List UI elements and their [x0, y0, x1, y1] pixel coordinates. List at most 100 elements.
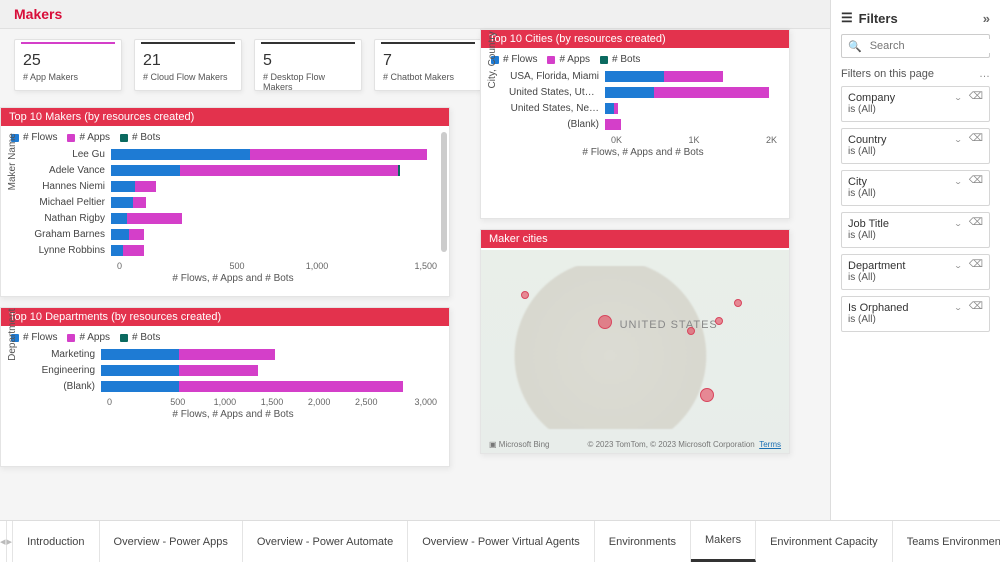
panel-top-cities[interactable]: Top 10 Cities (by resources created) # F…: [480, 29, 790, 219]
map-country-label: UNITED STATES: [620, 319, 718, 331]
page-tab[interactable]: Environments: [595, 521, 691, 562]
clear-filter-icon[interactable]: ⌫: [969, 301, 983, 314]
chevron-down-icon[interactable]: ⌄: [954, 177, 963, 186]
clear-filter-icon[interactable]: ⌫: [969, 259, 983, 272]
bar-row[interactable]: Lynne Robbins: [29, 243, 437, 257]
filter-name: Country: [848, 134, 887, 146]
bar-segment: [127, 213, 182, 224]
kpi-card[interactable]: 7 # Chatbot Makers: [374, 39, 482, 91]
map-city-dot[interactable]: [521, 291, 529, 299]
panel-top-departments[interactable]: Top 10 Departments (by resources created…: [0, 307, 450, 467]
bar-row[interactable]: Hannes Niemi: [29, 179, 437, 193]
bar-row[interactable]: United States, Uta…: [509, 85, 777, 99]
filters-search[interactable]: 🔍: [841, 34, 990, 58]
chart-top-cities: City, Country USA, Florida, MiamiUnited …: [481, 67, 789, 166]
page-tab[interactable]: Introduction: [13, 521, 99, 562]
x-tick: 1,000: [277, 261, 357, 271]
bar-row[interactable]: Nathan Rigby: [29, 211, 437, 225]
panel-maker-cities-map[interactable]: Maker cities UNITED STATES ▣ Microsoft B…: [480, 229, 790, 454]
legend: # Flows # Apps # Bots: [1, 126, 449, 145]
clear-filter-icon[interactable]: ⌫: [969, 133, 983, 146]
bar-row[interactable]: (Blank): [509, 117, 777, 131]
bar-row[interactable]: Graham Barnes: [29, 227, 437, 241]
bar-row[interactable]: Marketing: [29, 347, 437, 361]
bar-row[interactable]: USA, Florida, Miami: [509, 69, 777, 83]
page-tab[interactable]: Overview - Power Automate: [243, 521, 408, 562]
chevron-down-icon[interactable]: ⌄: [954, 135, 963, 144]
bar-category-label: Michael Peltier: [29, 197, 111, 208]
bar-segment: [111, 181, 135, 192]
filter-card[interactable]: Department ⌄ ⌫ is (All): [841, 254, 990, 290]
panel-header: Top 10 Departments (by resources created…: [1, 308, 449, 326]
panel-header: Top 10 Makers (by resources created): [1, 108, 449, 126]
search-icon: 🔍: [848, 40, 862, 53]
kpi-value: 21: [143, 52, 233, 70]
bar-segment: [179, 349, 274, 360]
y-axis-label: Maker Name: [7, 133, 18, 190]
bar-category-label: Graham Barnes: [29, 229, 111, 240]
page-tab[interactable]: Overview - Power Virtual Agents: [408, 521, 595, 562]
map-city-dot[interactable]: [700, 388, 714, 402]
collapse-filters-icon[interactable]: »: [983, 11, 990, 26]
kpi-card[interactable]: 5 # Desktop Flow Makers: [254, 39, 362, 91]
filters-more-icon[interactable]: …: [979, 68, 990, 80]
kpi-card[interactable]: 21 # Cloud Flow Makers: [134, 39, 242, 91]
scrollbar[interactable]: [441, 132, 447, 252]
x-tick: 0: [107, 397, 154, 407]
bar-row[interactable]: Adele Vance: [29, 163, 437, 177]
search-input[interactable]: [868, 39, 1000, 53]
bar-row[interactable]: United States, Ne…: [509, 101, 777, 115]
filter-card[interactable]: Job Title ⌄ ⌫ is (All): [841, 212, 990, 248]
filter-value: is (All): [848, 314, 983, 325]
page-tab[interactable]: Overview - Power Apps: [100, 521, 243, 562]
filters-pane: ☰ Filters » 🔍 Filters on this page … Com…: [830, 0, 1000, 520]
map[interactable]: UNITED STATES ▣ Microsoft Bing © 2023 To…: [481, 250, 789, 453]
bar-row[interactable]: Lee Gu: [29, 147, 437, 161]
page-tab[interactable]: Environment Capacity: [756, 521, 893, 562]
kpi-label: # Desktop Flow Makers: [263, 72, 353, 92]
page-title: Makers: [0, 0, 830, 29]
filter-card[interactable]: Company ⌄ ⌫ is (All): [841, 86, 990, 122]
bar-row[interactable]: Michael Peltier: [29, 195, 437, 209]
clear-filter-icon[interactable]: ⌫: [969, 175, 983, 188]
bar-row[interactable]: (Blank): [29, 379, 437, 393]
page-tab[interactable]: Makers: [691, 521, 756, 562]
map-city-dot[interactable]: [598, 315, 612, 329]
legend: # Flows # Apps # Bots: [1, 326, 449, 345]
filter-value: is (All): [848, 146, 983, 157]
chevron-down-icon[interactable]: ⌄: [954, 303, 963, 312]
bar-segment: [135, 181, 155, 192]
bar-row[interactable]: Engineering: [29, 363, 437, 377]
bar-category-label: USA, Florida, Miami: [509, 71, 605, 82]
page-tab[interactable]: Teams Environments: [893, 521, 1000, 562]
x-tick: 1,500: [248, 397, 295, 407]
filter-card[interactable]: Is Orphaned ⌄ ⌫ is (All): [841, 296, 990, 332]
bar-segment: [111, 213, 127, 224]
x-tick: 500: [197, 261, 277, 271]
chevron-down-icon[interactable]: ⌄: [954, 219, 963, 228]
filter-name: Is Orphaned: [848, 302, 909, 314]
map-terms-link[interactable]: Terms: [759, 440, 781, 449]
bar-category-label: Nathan Rigby: [29, 213, 111, 224]
bar-segment: [111, 197, 133, 208]
filter-name: Department: [848, 260, 905, 272]
panel-top-makers[interactable]: Top 10 Makers (by resources created) # F…: [0, 107, 450, 297]
clear-filter-icon[interactable]: ⌫: [969, 91, 983, 104]
chevron-down-icon[interactable]: ⌄: [954, 93, 963, 102]
x-tick: 500: [154, 397, 201, 407]
filter-card[interactable]: Country ⌄ ⌫ is (All): [841, 128, 990, 164]
kpi-card[interactable]: 25 # App Makers: [14, 39, 122, 91]
map-city-dot[interactable]: [734, 299, 742, 307]
filter-name: City: [848, 176, 867, 188]
filter-value: is (All): [848, 104, 983, 115]
x-tick: 0K: [611, 135, 666, 145]
filter-card[interactable]: City ⌄ ⌫ is (All): [841, 170, 990, 206]
clear-filter-icon[interactable]: ⌫: [969, 217, 983, 230]
chevron-down-icon[interactable]: ⌄: [954, 261, 963, 270]
bar-segment: [123, 245, 143, 256]
filters-title: Filters: [859, 11, 898, 26]
x-tick: 1,000: [201, 397, 248, 407]
x-axis-label: # Flows, # Apps and # Bots: [29, 271, 437, 288]
x-tick: 2,000: [296, 397, 343, 407]
bar-segment: [605, 119, 621, 130]
